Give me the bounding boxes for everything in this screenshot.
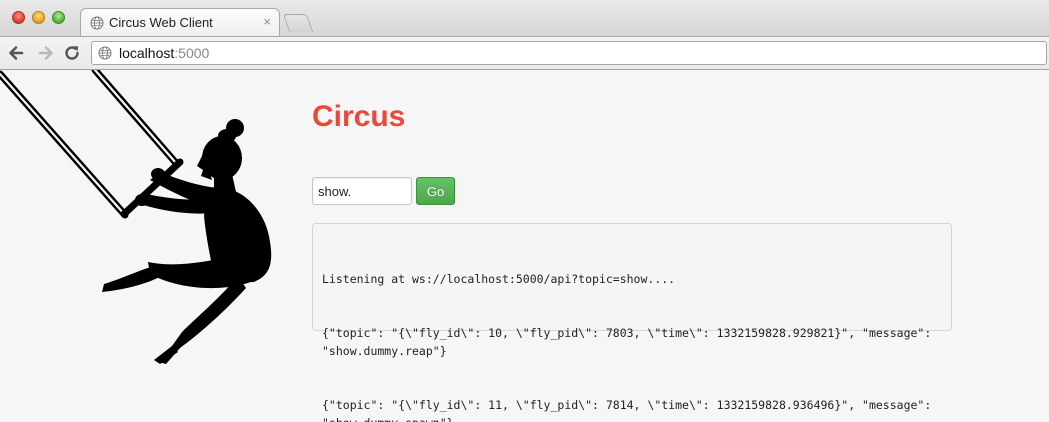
url-port: :5000 [174, 45, 210, 61]
topic-input[interactable] [312, 177, 412, 205]
log-line: Listening at ws://localhost:5000/api?top… [322, 272, 676, 286]
globe-icon [98, 46, 112, 60]
new-tab-icon[interactable] [282, 14, 314, 32]
tab-circus-web-client[interactable]: Circus Web Client × [80, 8, 280, 36]
log-output: Listening at ws://localhost:5000/api?top… [312, 223, 952, 422]
log-line: {"topic": "{\"fly_id\": 10, \"fly_pid\":… [322, 326, 939, 358]
page-title: Circus [312, 100, 406, 133]
url-host: localhost [119, 45, 175, 61]
page-content: Circus Go Listening at ws://localhost:50… [0, 70, 1049, 422]
globe-icon [90, 16, 104, 30]
tab-title: Circus Web Client [109, 15, 213, 30]
back-arrow-icon[interactable] [6, 43, 26, 63]
log-line: {"topic": "{\"fly_id\": 11, \"fly_pid\":… [322, 398, 932, 422]
tab-close-icon[interactable]: × [263, 14, 271, 29]
address-bar[interactable]: localhost:5000 [91, 41, 1047, 65]
reload-icon[interactable] [62, 43, 82, 63]
title-bar: Circus Web Client × [0, 0, 1049, 36]
trapeze-acrobat-illustration [0, 70, 272, 364]
forward-arrow-icon[interactable] [36, 43, 56, 63]
url-text: localhost:5000 [119, 45, 209, 61]
browser-toolbar: localhost:5000 [0, 36, 1049, 70]
minimize-window-button[interactable] [32, 11, 45, 24]
maximize-window-button[interactable] [52, 11, 65, 24]
go-button[interactable]: Go [416, 177, 455, 205]
close-window-button[interactable] [12, 11, 25, 24]
browser-window: Circus Web Client × localhost:5000 Circu… [0, 0, 1049, 422]
